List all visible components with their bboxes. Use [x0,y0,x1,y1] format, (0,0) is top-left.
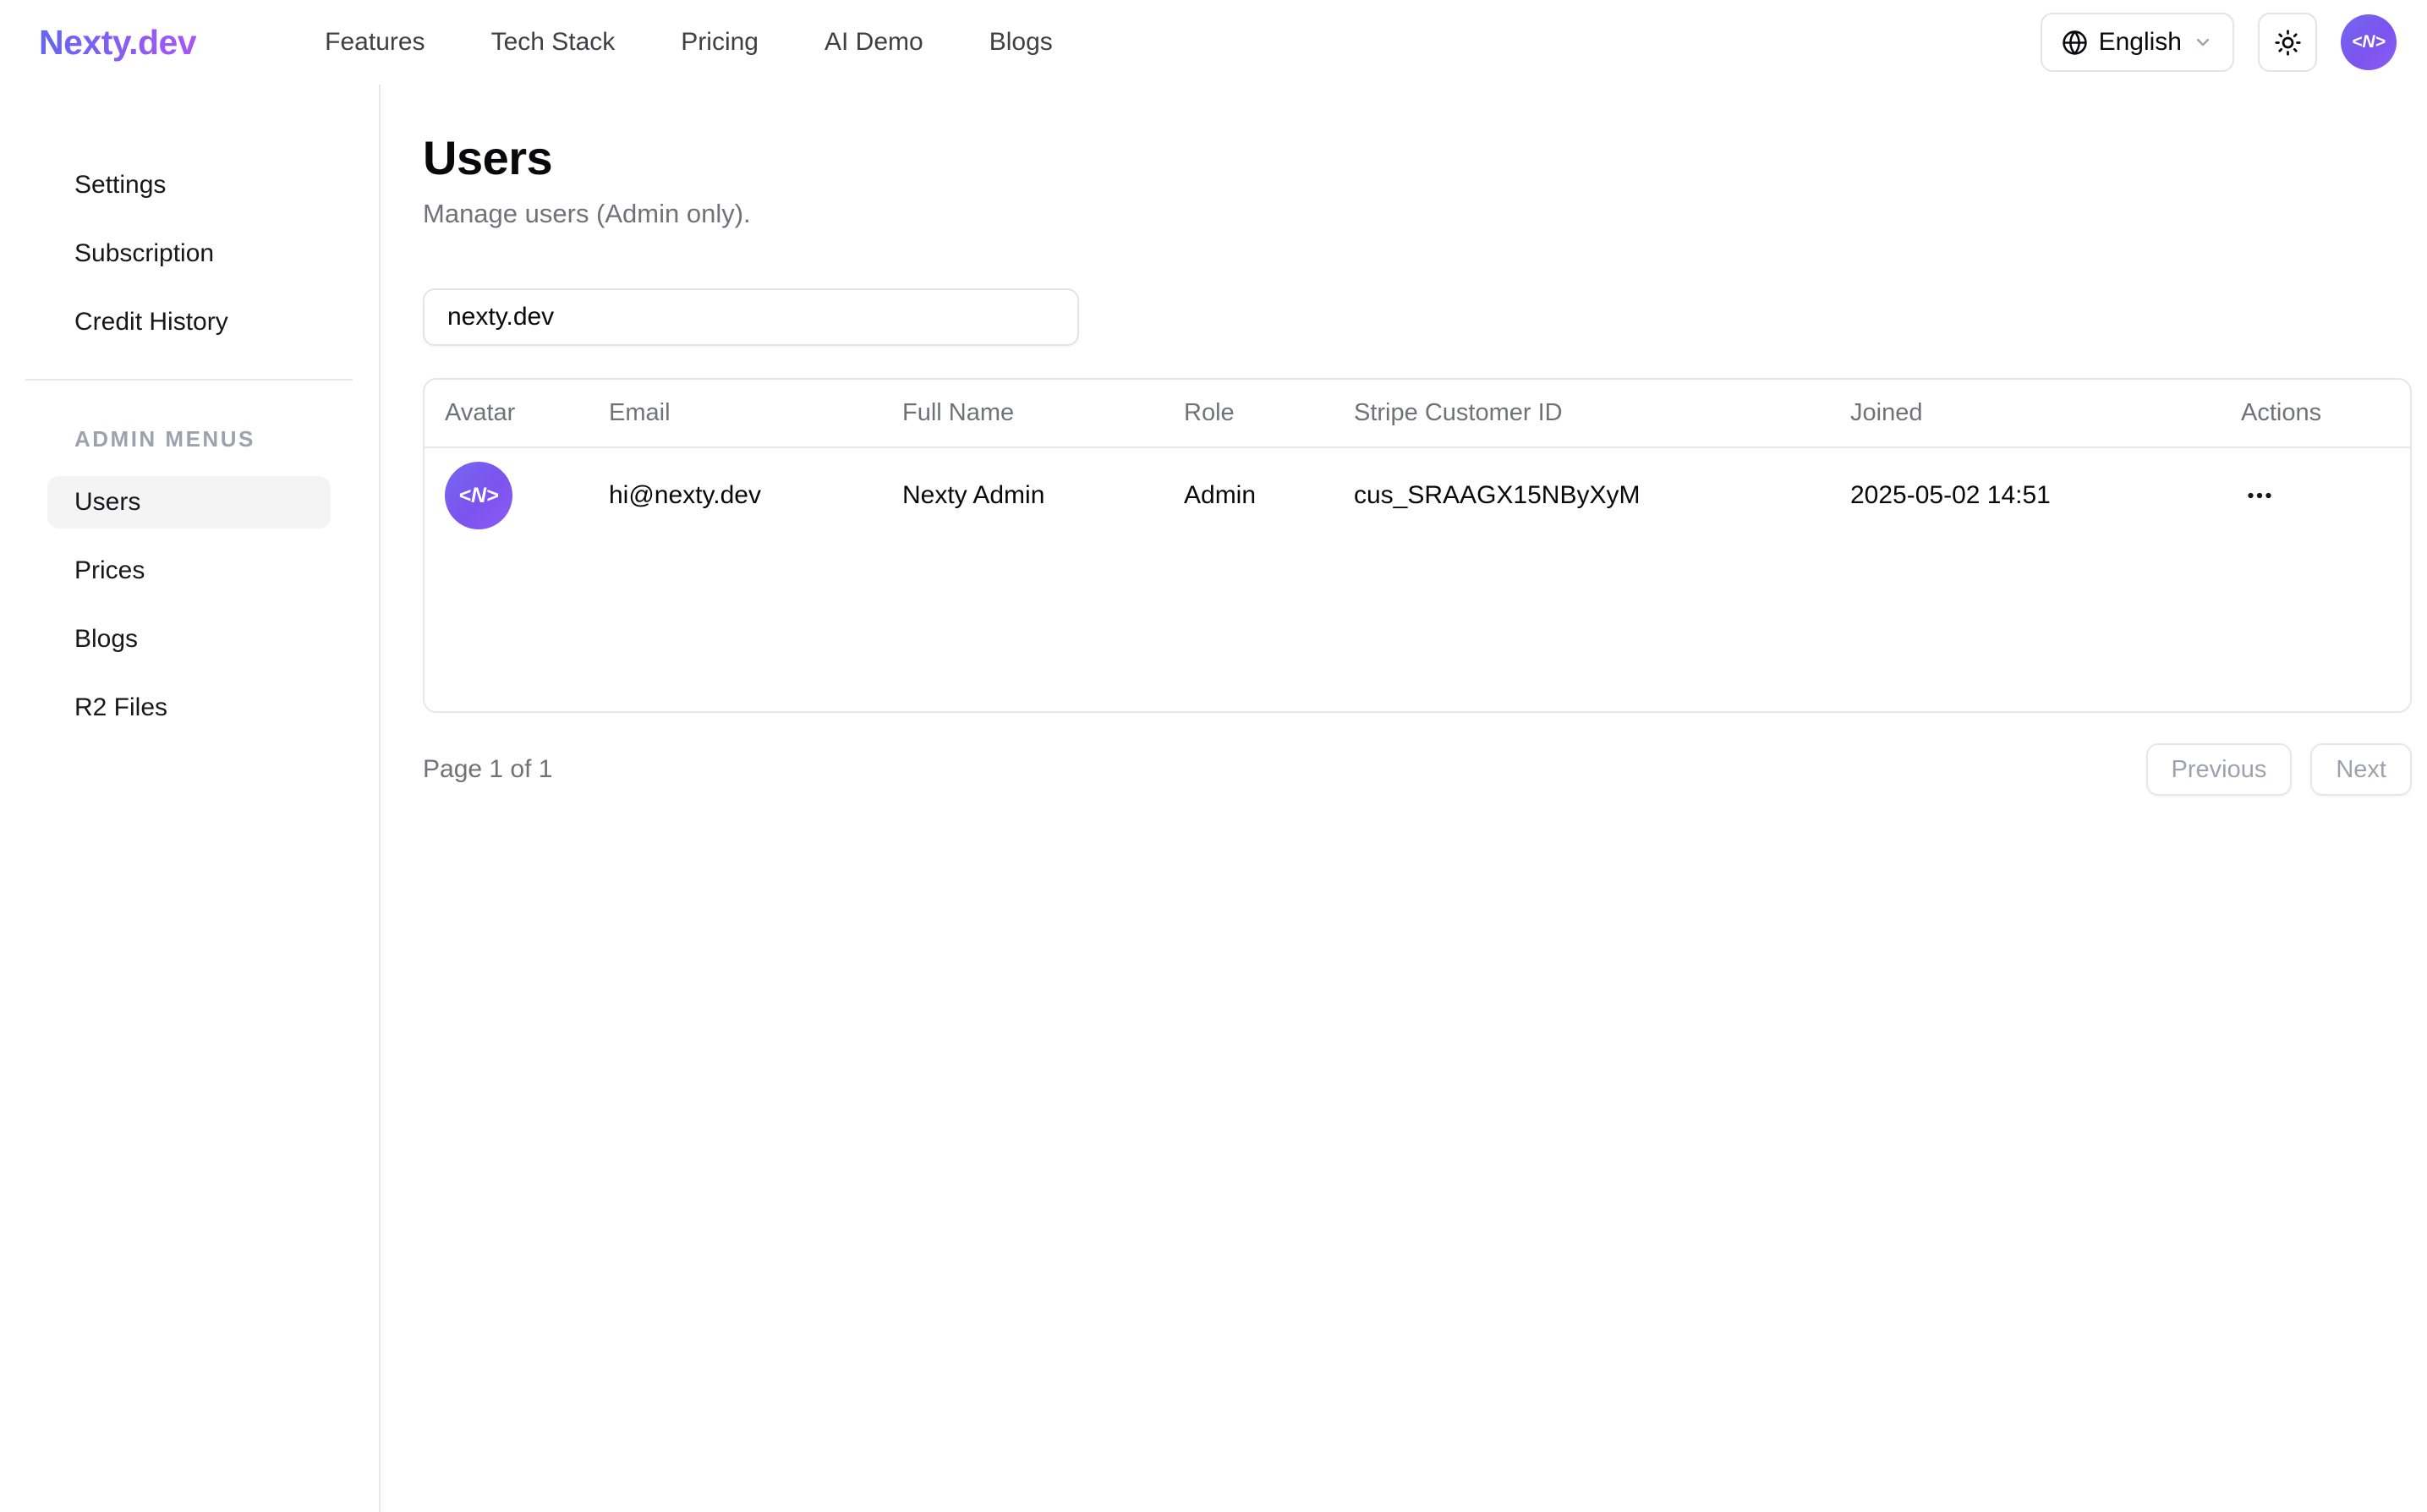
main-nav: Features Tech Stack Pricing AI Demo Blog… [325,28,1053,57]
sun-icon [2274,29,2302,57]
globe-icon [2062,30,2088,56]
column-header-joined: Joined [1830,380,2221,447]
row-avatar-text: <N> [458,484,498,508]
user-search-input[interactable] [423,288,1079,346]
theme-toggle-button[interactable] [2258,13,2317,72]
next-page-button[interactable]: Next [2310,743,2412,796]
row-actions-button[interactable] [2241,474,2278,518]
nav-item-pricing[interactable]: Pricing [681,28,759,57]
previous-page-button[interactable]: Previous [2146,743,2293,796]
language-label: English [2099,28,2182,57]
sidebar-section-label: ADMIN MENUS [74,426,331,452]
users-table: Avatar Email Full Name Role Stripe Custo… [425,380,2412,543]
row-avatar: <N> [445,462,512,529]
user-avatar-text: <N> [2352,32,2386,52]
language-selector-button[interactable]: English [2041,13,2234,72]
nav-item-ai-demo[interactable]: AI Demo [825,28,923,57]
column-header-email: Email [589,380,882,447]
main-content: Users Manage users (Admin only). Avatar … [381,85,2427,1512]
users-table-container: Avatar Email Full Name Role Stripe Custo… [423,378,2412,713]
sidebar-item-subscription[interactable]: Subscription [47,227,331,280]
column-header-stripe-customer-id: Stripe Customer ID [1334,380,1830,447]
sidebar-item-prices[interactable]: Prices [47,545,331,597]
cell-role: Admin [1164,447,1334,543]
sidebar-item-blogs[interactable]: Blogs [47,613,331,666]
cell-stripe-customer-id: cus_SRAAGX15NByXyM [1334,447,1830,543]
sidebar-item-settings[interactable]: Settings [47,159,331,211]
column-header-full-name: Full Name [882,380,1164,447]
top-navigation-bar: Nexty.dev Features Tech Stack Pricing AI… [0,0,2427,85]
page-title: Users [423,130,2412,185]
sidebar-item-users[interactable]: Users [47,476,331,529]
column-header-role: Role [1164,380,1334,447]
sidebar: Settings Subscription Credit History ADM… [0,85,381,1512]
sidebar-item-credit-history[interactable]: Credit History [47,296,331,348]
nav-item-tech-stack[interactable]: Tech Stack [491,28,616,57]
sidebar-item-r2-files[interactable]: R2 Files [47,682,331,734]
table-header-row: Avatar Email Full Name Role Stripe Custo… [425,380,2412,447]
cell-email: hi@nexty.dev [589,447,882,543]
nav-item-features[interactable]: Features [325,28,425,57]
column-header-avatar: Avatar [425,380,589,447]
chevron-down-icon [2193,32,2213,52]
pagination: Page 1 of 1 Previous Next [423,743,2412,796]
nav-item-blogs[interactable]: Blogs [989,28,1053,57]
more-horizontal-icon [2244,480,2275,511]
topbar-right-controls: English <N> [2041,13,2397,72]
cell-full-name: Nexty Admin [882,447,1164,543]
column-header-actions: Actions [2221,380,2412,447]
page-indicator: Page 1 of 1 [423,755,2128,784]
user-avatar[interactable]: <N> [2341,14,2397,70]
sidebar-divider [25,379,353,381]
table-row: <N> hi@nexty.dev Nexty Admin Admin cus_S… [425,447,2412,543]
page-subtitle: Manage users (Admin only). [423,199,2412,229]
brand-logo[interactable]: Nexty.dev [39,23,196,63]
cell-joined: 2025-05-02 14:51 [1830,447,2221,543]
